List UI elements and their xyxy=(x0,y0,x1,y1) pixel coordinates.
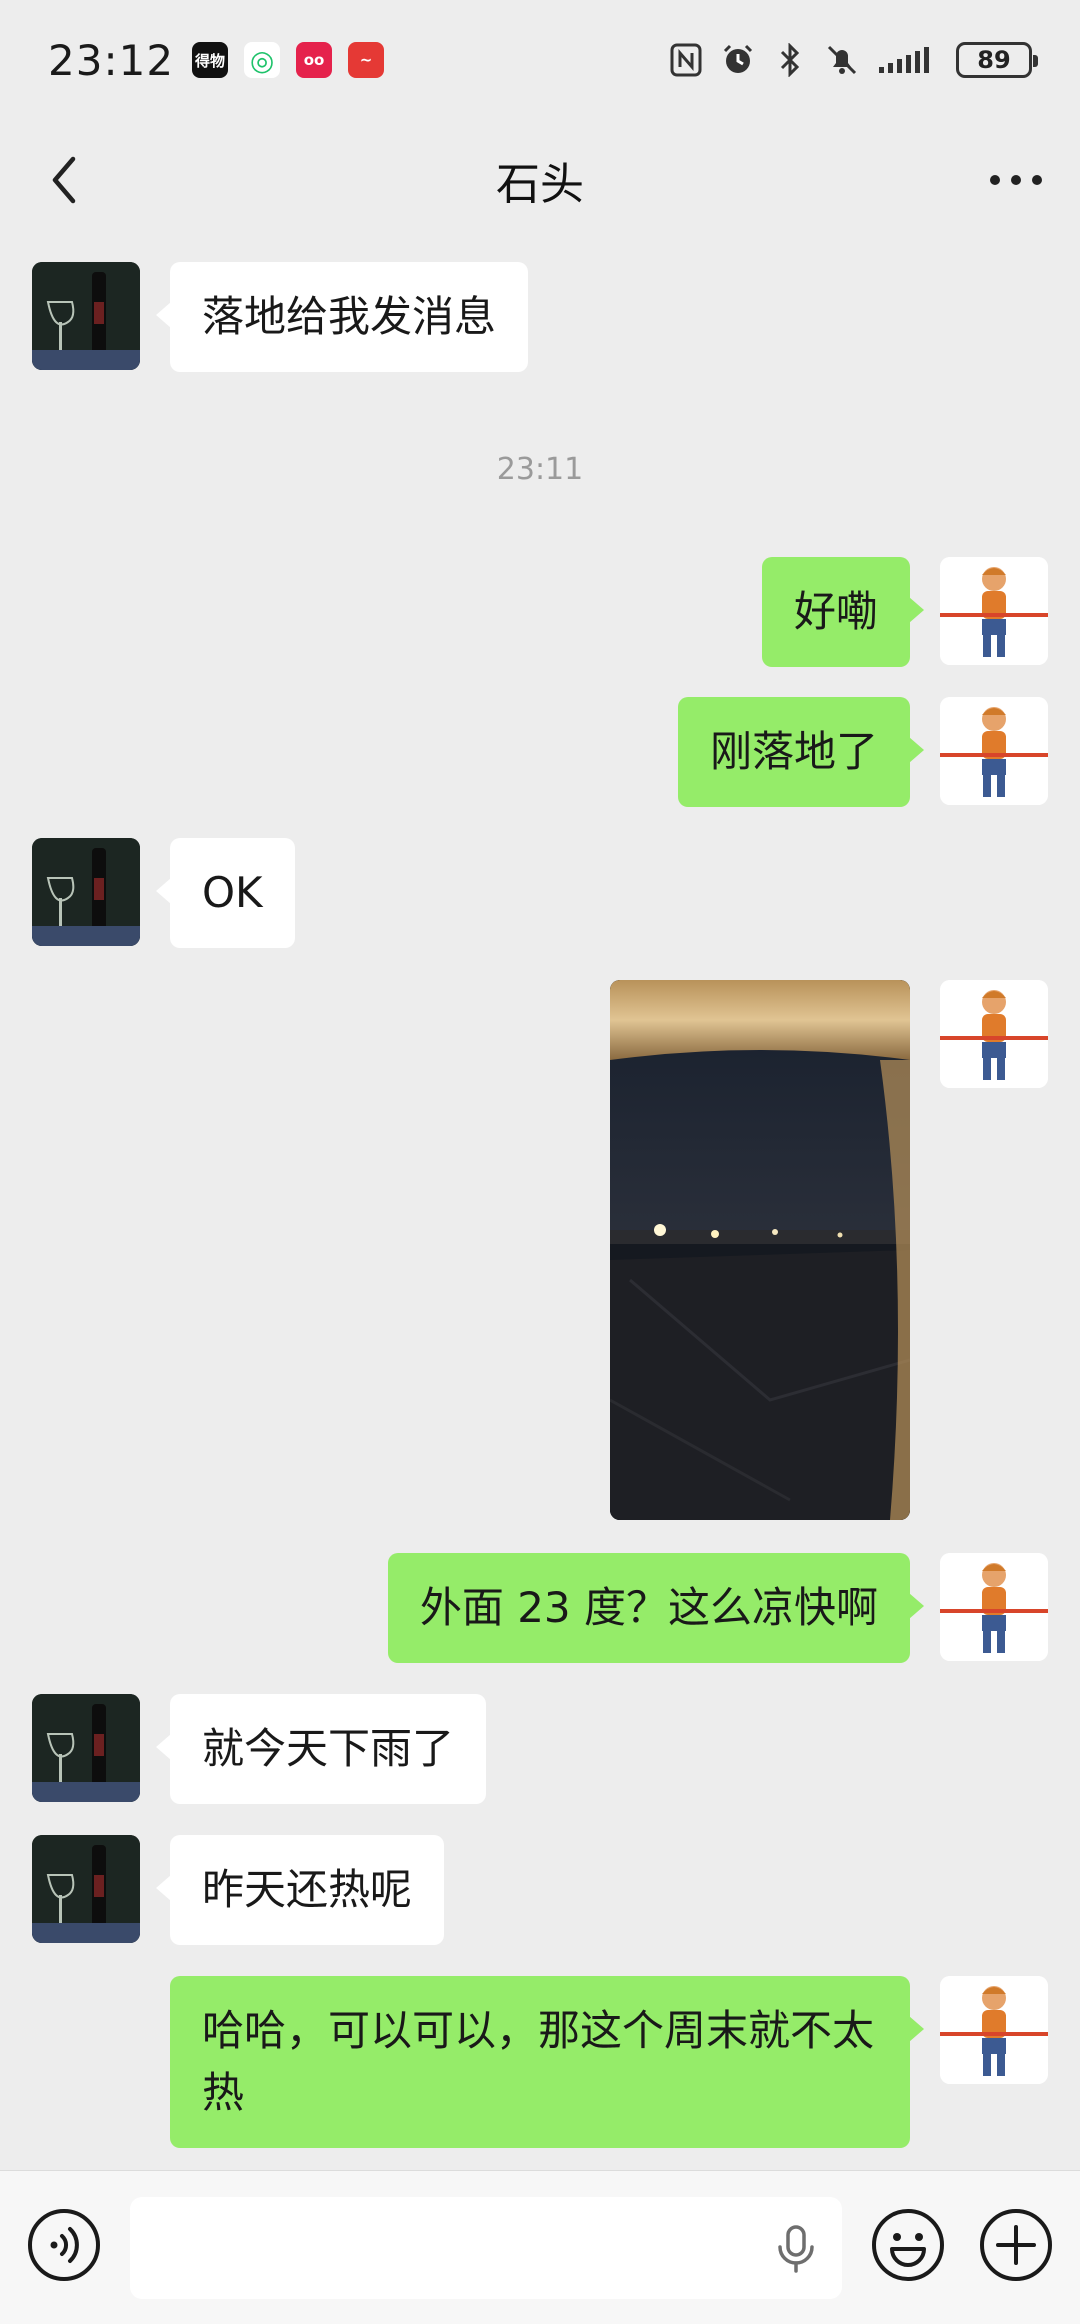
red-app-icon: ~ xyxy=(348,42,385,78)
pink-app-icon: oo xyxy=(296,42,333,78)
status-right: 89 xyxy=(668,42,1038,78)
my-avatar[interactable] xyxy=(940,697,1048,805)
mute-bell-icon xyxy=(824,42,860,78)
message-bubble-sent[interactable]: 外面 23 度？这么凉快啊 xyxy=(387,1553,925,1663)
bluetooth-icon xyxy=(772,42,808,78)
contact-avatar[interactable] xyxy=(32,1835,140,1943)
voice-mode-button[interactable] xyxy=(26,2207,102,2283)
message-input[interactable] xyxy=(130,2197,842,2299)
battery-indicator: 89 xyxy=(956,42,1038,78)
status-time: 23:12 xyxy=(48,35,175,85)
dewu-app-icon: 得物 xyxy=(192,42,229,78)
message-bubble-received[interactable]: OK xyxy=(156,838,295,948)
chat-title: 石头 xyxy=(496,159,584,210)
status-bar: 23:12 得物 ◎ oo ~ 89 xyxy=(0,0,1080,120)
emoji-icon xyxy=(872,2209,944,2281)
plus-icon xyxy=(980,2209,1052,2281)
chevron-left-icon xyxy=(52,156,76,204)
back-button[interactable] xyxy=(36,152,92,208)
message-bubble-received[interactable]: 就今天下雨了 xyxy=(155,1694,487,1804)
microphone-icon[interactable] xyxy=(772,2223,820,2275)
chat-input-bar xyxy=(0,2170,1080,2324)
message-bubble-received[interactable]: 昨天还热呢 xyxy=(155,1835,445,1945)
message-timestamp: 23:11 xyxy=(496,452,584,487)
my-avatar[interactable] xyxy=(940,980,1048,1088)
message-bubble-received[interactable]: 落地给我发消息 xyxy=(155,262,529,372)
message-image-airplane-window[interactable] xyxy=(610,980,910,1520)
more-options-button[interactable] xyxy=(980,152,1052,208)
more-dots-icon xyxy=(990,175,1042,185)
message-bubble-sent[interactable]: 刚落地了 xyxy=(677,697,925,807)
my-avatar[interactable] xyxy=(940,1553,1048,1661)
my-avatar[interactable] xyxy=(940,1976,1048,2084)
contact-avatar[interactable] xyxy=(32,262,140,370)
contact-avatar[interactable] xyxy=(32,1694,140,1802)
chat-header: 石头 xyxy=(0,120,1080,240)
status-app-icons: 得物 ◎ oo ~ xyxy=(192,42,385,78)
contact-avatar[interactable] xyxy=(32,838,140,946)
voice-icon xyxy=(28,2209,100,2281)
green-app-icon: ◎ xyxy=(244,42,281,78)
message-bubble-sent[interactable]: 哈哈，可以可以，那这个周末就不太热 xyxy=(170,1976,924,2148)
alarm-icon xyxy=(720,42,756,78)
message-bubble-sent[interactable]: 好嘞 xyxy=(761,557,925,667)
emoji-button[interactable] xyxy=(870,2207,946,2283)
nfc-icon xyxy=(668,42,704,78)
more-functions-button[interactable] xyxy=(978,2207,1054,2283)
signal-icon xyxy=(876,42,940,78)
my-avatar[interactable] xyxy=(940,557,1048,665)
